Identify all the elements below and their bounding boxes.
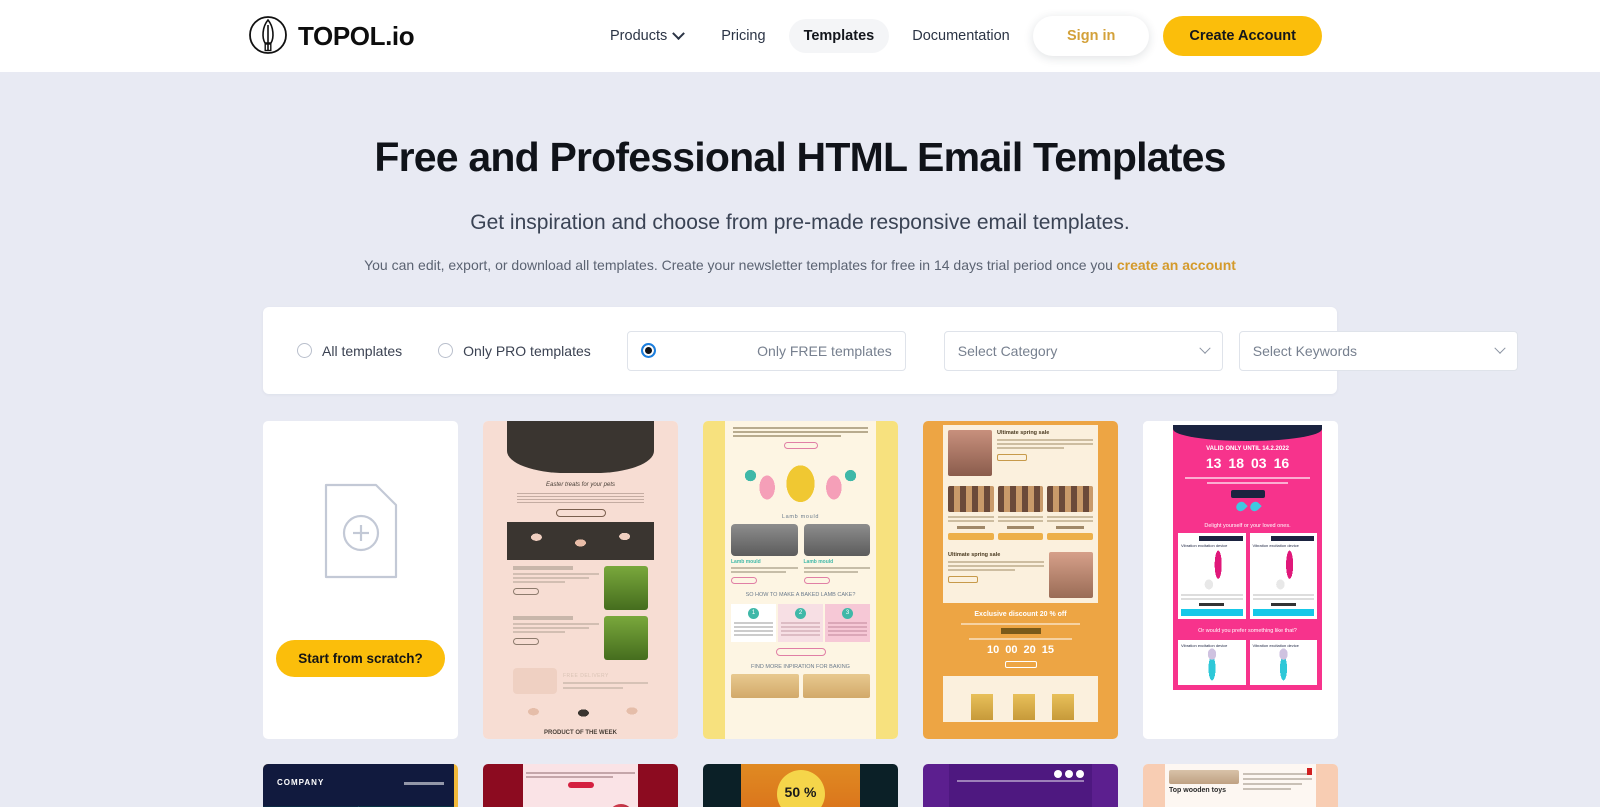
template-card-cosmetics-spring-sale[interactable]: Ultimate spring sale Ultimate spring sal… — [923, 421, 1118, 739]
template-card-christmas-red-bauble[interactable] — [483, 764, 678, 807]
nav-item-documentation[interactable]: Documentation — [897, 19, 1025, 53]
radio-dot-icon — [297, 343, 312, 358]
nav-label-pricing: Pricing — [721, 28, 766, 44]
main-navigation: Products Pricing Templates Documentation — [595, 19, 1025, 53]
nav-label-templates: Templates — [803, 28, 875, 44]
start-from-scratch-button[interactable]: Start from scratch? — [276, 640, 445, 677]
template-grid: Start from scratch? Easter treats for yo… — [263, 421, 1338, 807]
countdown-days: 10 — [987, 644, 1000, 656]
template-thumbnail: Lamb mould Lamb mould Lamb mould SO HOW … — [703, 421, 898, 739]
template-type-radio-group: All templates Only PRO templates Only FR… — [297, 330, 906, 371]
countdown-seconds: 15 — [1041, 644, 1054, 656]
countdown-days: 13 — [1205, 455, 1222, 471]
template-thumbnail: Ultimate spring sale Ultimate spring sal… — [923, 421, 1118, 739]
countdown-hours: 18 — [1228, 455, 1244, 471]
radio-dot-selected-icon — [640, 343, 656, 358]
hero-note: You can edit, export, or download all te… — [0, 257, 1600, 273]
template-card-wooden-toys[interactable]: Top wooden toys — [1143, 764, 1338, 807]
site-header: TOPOL.io Products Pricing Templates Docu… — [0, 0, 1600, 72]
thumb-section: PRODUCT OF THE WEEK — [544, 730, 617, 736]
page-title: Free and Professional HTML Email Templat… — [374, 134, 1226, 180]
create-account-button[interactable]: Create Account — [1163, 16, 1322, 56]
thumb-section: Delight yourself or your loved ones. — [1173, 519, 1322, 533]
radio-dot-icon — [438, 343, 454, 358]
hero-note-text: You can edit, export, or download all te… — [364, 257, 1117, 273]
hero-subtitle: Get inspiration and choose from pre-made… — [470, 211, 1130, 234]
step-number: 3 — [842, 607, 853, 619]
keywords-select[interactable]: Select Keywords — [1238, 330, 1518, 371]
step-number: 1 — [748, 607, 759, 619]
template-card-easter-pet-treats[interactable]: Easter treats for your pets FREE DELIVER… — [483, 421, 678, 739]
brand-name: TOPOL.io — [298, 20, 415, 51]
thumb-section: Ultimate spring sale — [948, 552, 1001, 558]
poplar-leaf-logo-icon — [248, 14, 288, 58]
brand-logo[interactable]: TOPOL.io — [248, 14, 415, 58]
template-thumbnail: 50 % — [703, 764, 898, 807]
template-thumbnail: COMPANY — [263, 764, 458, 807]
thumb-heading: Easter treats for your pets — [545, 482, 616, 488]
chevron-down-icon — [1199, 342, 1211, 354]
step-number: 2 — [795, 607, 806, 619]
thumb-product: Vibration excitation device — [1181, 543, 1228, 548]
radio-all-templates[interactable]: All templates — [297, 343, 402, 359]
filter-bar: All templates Only PRO templates Only FR… — [263, 307, 1518, 394]
thumb-product: Lamb mould — [731, 559, 761, 565]
template-card-purple-event[interactable] — [923, 764, 1118, 807]
new-document-icon — [324, 483, 398, 584]
template-thumbnail — [483, 764, 678, 807]
thumb-product: Lamb mould — [803, 559, 834, 565]
nav-item-templates[interactable]: Templates — [788, 19, 890, 53]
thumb-heading: Top wooden toys — [1169, 787, 1227, 794]
template-thumbnail: VALID ONLY UNTIL 14.2.2022 13 18 03 16 D… — [1143, 421, 1338, 739]
hero-section: Free and Professional HTML Email Templat… — [0, 134, 1600, 273]
thumb-section: Or would you prefer something like that? — [1173, 624, 1322, 641]
nav-label-products: Products — [610, 28, 668, 44]
template-card-company-dark-blue[interactable]: COMPANY — [263, 764, 458, 807]
radio-only-free-templates[interactable]: Only FREE templates — [626, 330, 906, 371]
nav-label-documentation: Documentation — [912, 28, 1010, 44]
thumb-heading: 50 % — [784, 784, 817, 800]
category-select-value: Select Category — [957, 342, 1058, 359]
filter-selects: Select Category Select Keywords — [943, 330, 1518, 371]
thumb-heading: VALID ONLY UNTIL 14.2.2022 — [1206, 446, 1289, 452]
radio-label-free: Only FREE templates — [757, 342, 892, 359]
template-thumbnail: Easter treats for your pets FREE DELIVER… — [483, 421, 678, 739]
sign-in-button[interactable]: Sign in — [1033, 16, 1150, 56]
countdown-minutes: 03 — [1251, 455, 1267, 471]
thumb-section: Lamb mould — [781, 514, 820, 520]
template-thumbnail: Top wooden toys — [1143, 764, 1338, 807]
radio-label-pro: Only PRO templates — [463, 342, 591, 359]
nav-item-products[interactable]: Products — [595, 19, 698, 53]
thumb-heading: Ultimate spring sale — [997, 430, 1050, 436]
chevron-down-icon — [672, 26, 686, 40]
template-card-halloween-sale[interactable]: 50 % — [703, 764, 898, 807]
auth-actions: Sign in Create Account — [1033, 16, 1322, 56]
template-card-easter-baking[interactable]: Lamb mould Lamb mould Lamb mould SO HOW … — [703, 421, 898, 739]
thumb-section: FIND MORE INPIRATION FOR BAKING — [751, 663, 850, 670]
start-from-scratch-card[interactable]: Start from scratch? — [263, 421, 458, 739]
template-thumbnail — [923, 764, 1118, 807]
countdown-hours: 00 — [1005, 644, 1018, 656]
thumb-product: Vibration excitation device — [1252, 543, 1299, 548]
countdown-seconds: 16 — [1273, 455, 1290, 471]
thumb-section: SO HOW TO MAKE A BAKED LAMB CAKE? — [745, 592, 856, 598]
nav-item-pricing[interactable]: Pricing — [706, 19, 780, 53]
chevron-down-icon — [1494, 342, 1506, 354]
template-card-valentines-countdown[interactable]: VALID ONLY UNTIL 14.2.2022 13 18 03 16 D… — [1143, 421, 1338, 739]
category-select[interactable]: Select Category — [943, 330, 1223, 371]
thumb-section: Exclusive discount 20 % off — [974, 611, 1067, 618]
radio-label-all: All templates — [322, 342, 403, 359]
keywords-select-value: Select Keywords — [1252, 342, 1358, 359]
countdown-minutes: 20 — [1023, 644, 1036, 656]
thumb-section: FREE DELIVERY — [563, 673, 609, 679]
create-an-account-link[interactable]: create an account — [1117, 257, 1236, 273]
radio-only-pro-templates[interactable]: Only PRO templates — [438, 343, 591, 359]
